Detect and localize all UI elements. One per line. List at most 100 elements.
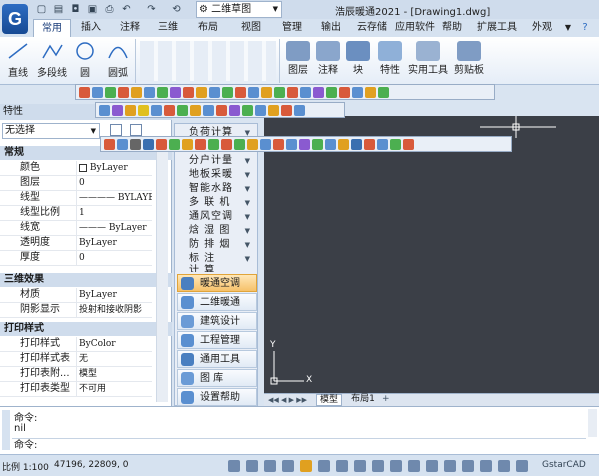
prop-row[interactable]: 线宽 ——— ByLayer <box>0 221 152 236</box>
prop-row[interactable]: 线型比例 1 <box>0 206 152 221</box>
properties-scrollbar[interactable] <box>156 144 168 402</box>
properties-button[interactable]: 特性 <box>376 41 404 76</box>
tab-layout1[interactable]: 布局1 <box>346 394 380 406</box>
tab-insert[interactable]: 插入 <box>73 19 109 37</box>
prop-row[interactable]: 图层 0 <box>0 176 152 191</box>
qp-icon[interactable] <box>390 460 402 472</box>
command-input[interactable]: 命令: <box>12 438 586 453</box>
floating-toolbar-3[interactable] <box>100 136 512 152</box>
am-icon[interactable] <box>426 460 438 472</box>
polyline-button[interactable]: 多段线 <box>36 41 68 79</box>
menu-item-calculation[interactable]: 计 算 <box>179 264 255 272</box>
menu-item-water-route[interactable]: 智能水路 ▼ <box>179 182 255 196</box>
prop-row[interactable]: 材质 ByLayer <box>0 288 152 303</box>
nav-first-icon[interactable]: ◀◀ ◀ ▶ ▶▶ <box>268 396 307 404</box>
tab-output[interactable]: 输出 <box>313 19 349 37</box>
prop-row[interactable]: 打印样式 ByColor <box>0 337 152 352</box>
prop-value: 模型 <box>76 367 152 381</box>
save-icon[interactable]: ◘ <box>69 3 82 16</box>
open-icon[interactable]: ▤ <box>52 3 65 16</box>
menu-tools-button[interactable]: 通用工具 <box>177 350 257 368</box>
menu-architecture-button[interactable]: 建筑设计 <box>177 312 257 330</box>
tab-model[interactable]: 模型 <box>316 394 342 406</box>
tab-annotate[interactable]: 注释 <box>112 19 148 37</box>
prop-row[interactable]: 颜色 ByLayer <box>0 161 152 176</box>
tab-extensions[interactable]: 扩展工具 <box>472 19 522 37</box>
lock-icon[interactable] <box>498 460 510 472</box>
modify-tools-group[interactable] <box>140 41 276 81</box>
tab-cloud[interactable]: 云存储 <box>352 19 392 37</box>
polar-icon[interactable] <box>282 460 294 472</box>
lineweight-icon[interactable] <box>354 460 366 472</box>
grid-icon[interactable] <box>246 460 258 472</box>
section-3d-effects[interactable]: 三维效果 <box>0 273 172 287</box>
clipboard-button[interactable]: 剪贴板 <box>452 41 486 76</box>
block-button[interactable]: 块 <box>344 41 372 76</box>
prop-row[interactable]: 打印表类型 不可用 <box>0 382 152 397</box>
redo-icon[interactable]: ↷ <box>145 3 158 16</box>
menu-hvac-button[interactable]: 暖通空调 <box>177 274 257 292</box>
tab-home[interactable]: 常用 <box>33 19 71 37</box>
undo-icon[interactable]: ↶ <box>120 3 133 16</box>
otrack-icon[interactable] <box>318 460 330 472</box>
arc-button[interactable]: 圆弧 <box>104 41 132 79</box>
tab-3d[interactable]: 三维 <box>150 19 186 37</box>
menu-item-ventilation[interactable]: 通风空调 ▼ <box>179 210 255 224</box>
floating-toolbar-2[interactable] <box>95 102 345 118</box>
tab-help[interactable]: 帮助 <box>438 19 466 37</box>
workspace-switch-icon[interactable] <box>480 460 492 472</box>
command-scrollbar[interactable] <box>588 409 597 437</box>
dyn-icon[interactable] <box>336 460 348 472</box>
add-layout-icon[interactable]: + <box>382 394 390 404</box>
menu-help-button[interactable]: 设置帮助 <box>177 388 257 406</box>
menu-item-floor-heating[interactable]: 地板采暖 ▼ <box>179 168 255 182</box>
sc-icon[interactable] <box>408 460 420 472</box>
scale-readout[interactable]: 比例 1:100 <box>2 460 49 473</box>
prop-row[interactable]: 透明度 ByLayer <box>0 236 152 251</box>
section-plot-style[interactable]: 打印样式 <box>0 322 172 336</box>
circle-button[interactable]: 圆 <box>72 41 98 79</box>
annotation-button[interactable]: 注释 <box>314 41 342 76</box>
drawing-canvas[interactable]: Y X <box>264 116 599 393</box>
model-space-icon[interactable] <box>444 460 456 472</box>
menu-item-vrf[interactable]: 多 联 机 ▼ <box>179 196 255 210</box>
osnap-icon[interactable] <box>300 460 312 472</box>
new-icon[interactable]: ▢ <box>35 3 48 16</box>
utilities-button[interactable]: 实用工具 <box>408 41 448 76</box>
menu-hvac2d-button[interactable]: 二维暖通 <box>177 293 257 311</box>
line-button[interactable]: 直线 <box>4 41 32 79</box>
menu-item-smoke-exhaust[interactable]: 防 排 烟 ▼ <box>179 238 255 252</box>
layers-button[interactable]: 图层 <box>284 41 312 76</box>
workspace-select[interactable]: ⚙ 二维草图 ▼ <box>196 1 282 18</box>
menu-library-button[interactable]: 图 库 <box>177 369 257 387</box>
selection-select[interactable]: 无选择 ▼ <box>2 123 100 139</box>
tab-apps[interactable]: 应用软件 <box>393 19 437 37</box>
tab-view[interactable]: 视图 <box>233 19 269 37</box>
snap-icon[interactable] <box>228 460 240 472</box>
help-circle-icon[interactable]: ? <box>578 19 592 37</box>
transparency-icon[interactable] <box>372 460 384 472</box>
sync-icon[interactable]: ⟲ <box>170 3 183 16</box>
annotation-scale-icon[interactable] <box>462 460 474 472</box>
select-objects-icon[interactable] <box>130 124 142 136</box>
menu-item-psychrometric[interactable]: 焓 湿 图 ▼ <box>179 224 255 238</box>
prop-row[interactable]: 打印表附... 模型 <box>0 367 152 382</box>
prop-row[interactable]: 打印样式表无 <box>0 352 152 367</box>
tab-layout[interactable]: 布局 <box>190 19 226 37</box>
prop-row[interactable]: 线型 ———— BYLAYER <box>0 191 152 206</box>
fullscreen-icon[interactable] <box>516 460 528 472</box>
tab-appearance[interactable]: 外观 <box>525 19 559 37</box>
floating-toolbar-hvac[interactable] <box>75 84 495 100</box>
save-as-icon[interactable]: ▣ <box>86 3 99 16</box>
prop-row[interactable]: 厚度 0 <box>0 251 152 266</box>
print-icon[interactable]: ⎙ <box>103 3 116 16</box>
ortho-icon[interactable] <box>264 460 276 472</box>
tab-manage[interactable]: 管理 <box>274 19 310 37</box>
app-logo-icon[interactable]: G <box>2 4 28 34</box>
chevron-down-icon[interactable]: ▼ <box>562 19 574 37</box>
menu-item-metering[interactable]: 分户计量 ▼ <box>179 154 255 168</box>
prop-row[interactable]: 阴影显示 投射和接收阴影 <box>0 303 152 318</box>
menu-project-button[interactable]: 工程管理 <box>177 331 257 349</box>
command-grip[interactable] <box>2 410 10 450</box>
quick-select-icon[interactable] <box>110 124 122 136</box>
